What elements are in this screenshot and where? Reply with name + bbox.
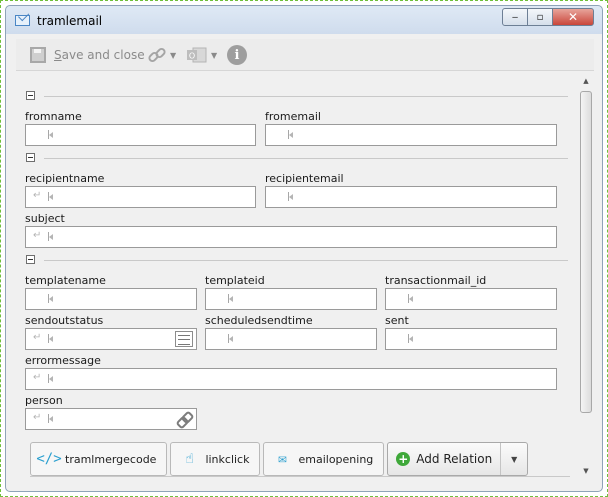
field-label: person bbox=[25, 394, 63, 407]
add-relation-dropdown[interactable]: ▼ bbox=[501, 443, 527, 475]
text-cursor-icon bbox=[48, 192, 54, 201]
close-button[interactable]: ✕ bbox=[552, 8, 594, 26]
sent-input[interactable] bbox=[385, 328, 557, 350]
add-relation-button[interactable]: + Add Relation bbox=[388, 443, 502, 475]
text-cursor-icon bbox=[48, 374, 54, 383]
templateid-input[interactable] bbox=[205, 288, 377, 310]
tab-tramlmergecode[interactable]: </> tramlmergecode bbox=[30, 442, 168, 476]
field-label: fromname bbox=[25, 110, 82, 123]
plus-circle-icon: + bbox=[396, 452, 411, 466]
tab-label: emailopening bbox=[298, 452, 374, 466]
chevron-down-icon: ▼ bbox=[511, 454, 518, 464]
subject-input[interactable]: ↵ bbox=[25, 226, 557, 248]
text-cursor-icon bbox=[288, 130, 294, 139]
text-cursor-icon bbox=[48, 130, 54, 139]
text-cursor-icon bbox=[48, 294, 54, 303]
maximize-button[interactable]: ▫ bbox=[528, 8, 552, 26]
info-icon: i bbox=[227, 45, 247, 65]
section-collapse-toggle[interactable] bbox=[26, 91, 35, 100]
office-icon: O bbox=[187, 47, 207, 63]
minimize-button[interactable]: ‒ bbox=[502, 8, 528, 26]
field-label: recipientname bbox=[25, 172, 105, 185]
tab-label: linkclick bbox=[205, 452, 250, 466]
info-button[interactable]: i bbox=[227, 44, 247, 66]
recipientname-input[interactable]: ↵ bbox=[25, 186, 256, 208]
list-picker-icon[interactable] bbox=[175, 331, 193, 347]
scroll-thumb[interactable] bbox=[580, 91, 592, 413]
save-and-close-button[interactable]: Save and close bbox=[30, 44, 145, 66]
save-icon bbox=[30, 47, 46, 63]
bottom-divider bbox=[30, 476, 570, 477]
section-divider bbox=[44, 158, 568, 159]
return-arrow-icon: ↵ bbox=[33, 190, 42, 201]
tab-linkclick[interactable]: ☝ linkclick bbox=[170, 442, 261, 476]
text-cursor-icon bbox=[288, 192, 294, 201]
toolbar: Save and close ▼ O ▼ i bbox=[16, 39, 594, 71]
relations-bar: </> tramlmergecode ☝ linkclick ✉ emailop… bbox=[30, 442, 529, 476]
link-record-icon[interactable] bbox=[177, 412, 191, 426]
errormessage-input[interactable]: ↵ bbox=[25, 368, 557, 390]
save-and-close-label: Save and close bbox=[54, 48, 145, 62]
text-cursor-icon bbox=[48, 232, 54, 241]
templatename-input[interactable] bbox=[25, 288, 197, 310]
vertical-scrollbar[interactable]: ▲ ▼ bbox=[578, 71, 594, 481]
person-input[interactable]: ↵ bbox=[25, 408, 197, 430]
tab-label: tramlmergecode bbox=[65, 452, 157, 466]
sendoutstatus-input[interactable]: ↵ bbox=[25, 328, 197, 350]
field-label: templatename bbox=[25, 274, 106, 287]
link-menu-button[interactable]: ▼ bbox=[147, 44, 176, 66]
recipientemail-input[interactable] bbox=[265, 186, 557, 208]
section-collapse-toggle[interactable] bbox=[26, 153, 35, 162]
field-label: sendoutstatus bbox=[25, 314, 104, 327]
text-cursor-icon bbox=[228, 334, 234, 343]
field-label: transactionmail_id bbox=[385, 274, 487, 287]
field-label: errormessage bbox=[25, 354, 101, 367]
scroll-up-arrow[interactable]: ▲ bbox=[578, 73, 594, 89]
hand-pointer-icon: ☝ bbox=[185, 451, 194, 467]
fromname-input[interactable] bbox=[25, 124, 256, 146]
chevron-down-icon: ▼ bbox=[170, 50, 177, 60]
chain-link-icon bbox=[148, 47, 166, 63]
field-label: scheduledsendtime bbox=[205, 314, 313, 327]
chevron-down-icon: ▼ bbox=[211, 50, 218, 60]
field-label: templateid bbox=[205, 274, 265, 287]
text-cursor-icon bbox=[408, 334, 414, 343]
text-cursor-icon bbox=[408, 294, 414, 303]
field-label: subject bbox=[25, 212, 65, 225]
scroll-down-arrow[interactable]: ▼ bbox=[578, 463, 594, 479]
form-content: fromname fromemail recipientname ↵ recip… bbox=[16, 71, 578, 486]
fromemail-input[interactable] bbox=[265, 124, 557, 146]
text-cursor-icon bbox=[228, 294, 234, 303]
code-icon: </> bbox=[36, 451, 62, 467]
title-bar[interactable]: tramlemail ‒ ▫ ✕ bbox=[6, 6, 602, 36]
add-relation-split-button: + Add Relation ▼ bbox=[387, 442, 529, 476]
window-controls: ‒ ▫ ✕ bbox=[502, 8, 594, 26]
field-label: fromemail bbox=[265, 110, 321, 123]
return-arrow-icon: ↵ bbox=[33, 230, 42, 241]
svg-text:O: O bbox=[189, 52, 195, 61]
text-cursor-icon bbox=[48, 334, 54, 343]
window-title: tramlemail bbox=[37, 14, 103, 28]
section-divider bbox=[44, 260, 568, 261]
scheduledsendtime-input[interactable] bbox=[205, 328, 377, 350]
section-collapse-toggle[interactable] bbox=[26, 255, 35, 264]
transactionmail-id-input[interactable] bbox=[385, 288, 557, 310]
tab-emailopening[interactable]: ✉ emailopening bbox=[263, 442, 385, 476]
field-label: recipientemail bbox=[265, 172, 344, 185]
office-menu-button[interactable]: O ▼ bbox=[186, 44, 217, 66]
dialog-window: tramlemail ‒ ▫ ✕ Save and close ▼ O ▼ i … bbox=[5, 5, 603, 492]
section-divider bbox=[44, 96, 568, 97]
email-app-icon bbox=[15, 15, 30, 26]
add-relation-label: Add Relation bbox=[416, 452, 493, 466]
return-arrow-icon: ↵ bbox=[33, 372, 42, 383]
return-arrow-icon: ↵ bbox=[33, 412, 42, 423]
field-label: sent bbox=[385, 314, 409, 327]
text-cursor-icon bbox=[48, 414, 54, 423]
return-arrow-icon: ↵ bbox=[33, 332, 42, 343]
envelope-open-icon: ✉ bbox=[278, 451, 287, 467]
